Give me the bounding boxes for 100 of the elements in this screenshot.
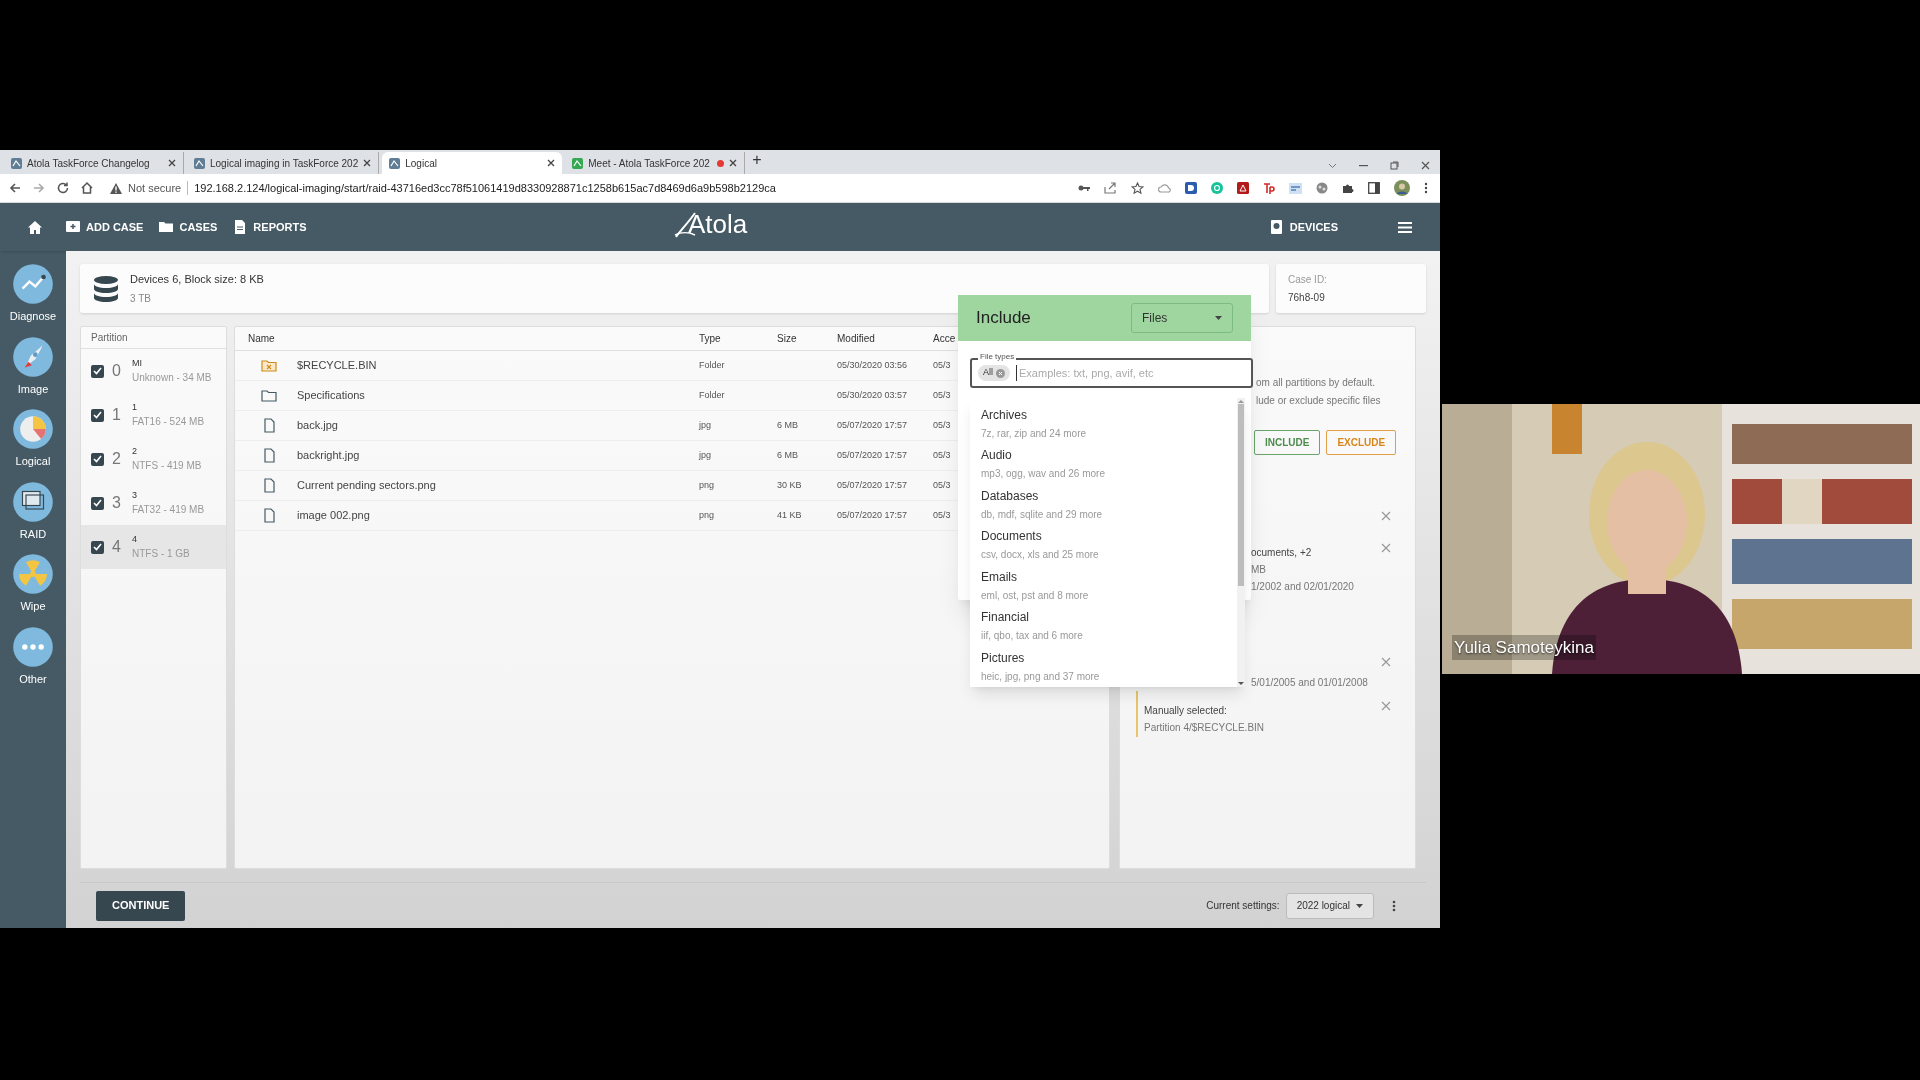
remove-icon[interactable]	[1381, 701, 1391, 711]
all-chip[interactable]: All	[978, 365, 1010, 381]
restore-icon[interactable]	[1390, 161, 1399, 170]
logical-icon[interactable]	[12, 408, 54, 450]
share-icon[interactable]	[1104, 182, 1117, 194]
partition-row[interactable]: 4 4 NTFS - 1 GB	[81, 525, 226, 569]
nav-link[interactable]: CASES	[179, 218, 218, 236]
other-icon[interactable]	[12, 625, 54, 668]
kebab-menu-icon[interactable]	[1424, 182, 1428, 194]
scope-dropdown[interactable]: Files	[1131, 303, 1233, 333]
partition-number: 0	[112, 361, 122, 381]
file-icon	[261, 418, 277, 433]
sidebar-item[interactable]: Diagnose	[9, 308, 57, 325]
close-icon[interactable]	[547, 159, 556, 167]
file-name[interactable]: image 002.png	[297, 507, 370, 524]
partition-row[interactable]: 3 3 FAT32 - 419 MB	[81, 481, 226, 525]
image-icon[interactable]	[12, 335, 54, 378]
file-name[interactable]: Current pending sectors.png	[297, 477, 436, 494]
include-button[interactable]: INCLUDE	[1254, 430, 1321, 455]
file-type-option[interactable]: Emails eml, ost, pst and 8 more	[981, 565, 1237, 607]
bookmark-star-icon[interactable]	[1131, 181, 1144, 195]
file-type-option[interactable]: Audio mp3, ogg, wav and 26 more	[981, 444, 1237, 485]
sidebar-item[interactable]: Image	[17, 380, 49, 397]
file-type-option[interactable]: Documents csv, docx, xls and 25 more	[981, 525, 1237, 566]
partition-details: FAT16 - 524 MB	[132, 415, 205, 430]
scroll-down-icon[interactable]	[1238, 681, 1244, 687]
table-cell-text: 05/3	[933, 388, 952, 402]
partition-row[interactable]: 0 MI Unknown - 34 MB	[81, 349, 226, 393]
extension-icon[interactable]	[1185, 182, 1197, 194]
file-name[interactable]: backright.jpg	[297, 447, 360, 464]
table-cell-text: Folder	[699, 388, 726, 402]
favicon-icon	[572, 157, 584, 169]
nav-link[interactable]: ADD CASE	[86, 218, 144, 236]
extension-icon[interactable]	[1263, 182, 1275, 194]
avatar-icon[interactable]	[1394, 180, 1410, 196]
settings-label: Current settings:	[1206, 899, 1280, 913]
remove-icon[interactable]	[1381, 511, 1391, 521]
menu-icon[interactable]	[1398, 221, 1412, 233]
devices-link[interactable]: DEVICES	[1289, 218, 1338, 236]
table-cell-text: 05/07/2020 17:57	[837, 418, 909, 432]
address-field[interactable]: 192.168.2.124/logical-imaging/start/raid-43716ed3cc78f51061419d8330928871c1258b615ac7d8469d6a9b598b2129ca	[194, 179, 776, 197]
wipe-icon[interactable]	[12, 553, 54, 595]
checkbox[interactable]	[91, 452, 104, 466]
checkbox[interactable]	[91, 408, 104, 422]
nav-link[interactable]: REPORTS	[253, 218, 307, 236]
close-icon[interactable]	[1421, 161, 1430, 170]
extension-icon[interactable]	[1289, 182, 1302, 194]
home-icon[interactable]	[28, 220, 42, 234]
drive-icon	[1270, 220, 1282, 234]
raid-icon[interactable]	[12, 480, 54, 523]
file-type-option[interactable]: Pictures heic, jpg, png and 37 more	[981, 646, 1237, 687]
partition-number: 4	[112, 537, 122, 557]
file-type-option[interactable]: Financial iif, qbo, tax and 6 more	[981, 606, 1237, 647]
file-type-option[interactable]: Archives 7z, rar, zip and 24 more	[981, 404, 1237, 445]
file-types-input[interactable]: Examples: txt, png, avif, etc	[1016, 364, 1245, 382]
back-icon[interactable]	[8, 181, 22, 195]
table-cell-text: 05/07/2020 17:57	[837, 448, 909, 462]
side-panel-icon[interactable]	[1368, 182, 1380, 194]
clear-icon[interactable]	[996, 368, 1005, 378]
checkbox[interactable]	[91, 496, 104, 510]
close-icon[interactable]	[168, 159, 176, 167]
diagnose-icon[interactable]	[12, 263, 54, 305]
home-icon[interactable]	[80, 181, 94, 195]
new-tab-button[interactable]: +	[752, 150, 762, 172]
file-name[interactable]: back.jpg	[297, 417, 338, 434]
tab-search-icon[interactable]	[1328, 162, 1337, 169]
puzzle-icon[interactable]	[1342, 182, 1354, 194]
sidebar-item[interactable]: Other	[19, 670, 47, 687]
close-icon[interactable]	[363, 159, 372, 167]
continue-button[interactable]: CONTINUE	[96, 890, 186, 921]
column-header[interactable]: Type	[699, 331, 777, 346]
column-header[interactable]: Size	[777, 331, 837, 346]
file-name[interactable]: Specifications	[297, 387, 365, 404]
minimize-icon[interactable]	[1359, 164, 1368, 167]
key-icon[interactable]	[1078, 184, 1090, 192]
sidebar-item[interactable]: Logical	[15, 453, 51, 470]
column-header[interactable]: Modified	[837, 331, 933, 346]
pdf-icon[interactable]	[1237, 182, 1249, 194]
checkbox[interactable]	[91, 364, 104, 378]
sidebar-item[interactable]: Wipe	[20, 598, 46, 615]
reload-icon[interactable]	[56, 181, 70, 195]
settings-dropdown[interactable]: 2022 logical	[1285, 892, 1374, 919]
sidebar-item[interactable]: RAID	[19, 525, 47, 542]
remove-icon[interactable]	[1381, 543, 1391, 553]
extension-icon[interactable]	[1158, 182, 1171, 194]
close-icon[interactable]	[729, 159, 738, 167]
file-type-option[interactable]: Databases db, mdf, sqlite and 29 more	[981, 484, 1237, 526]
scrollbar[interactable]	[1237, 398, 1245, 687]
checkbox[interactable]	[91, 540, 104, 554]
favicon-icon	[389, 157, 401, 169]
table-cell-text: 05/3	[933, 508, 952, 522]
browser-tab[interactable]: Logical	[382, 152, 563, 174]
extension-icon[interactable]	[1316, 182, 1328, 194]
remove-icon[interactable]	[1381, 657, 1391, 667]
column-header[interactable]: Name	[235, 331, 699, 346]
more-options-icon[interactable]	[1392, 899, 1396, 912]
partition-row[interactable]: 1 1 FAT16 - 524 MB	[81, 393, 226, 437]
file-name[interactable]: $RECYCLE.BIN	[297, 357, 377, 374]
partition-row[interactable]: 2 2 NTFS - 419 MB	[81, 437, 226, 481]
field-label: File types	[978, 351, 1017, 363]
